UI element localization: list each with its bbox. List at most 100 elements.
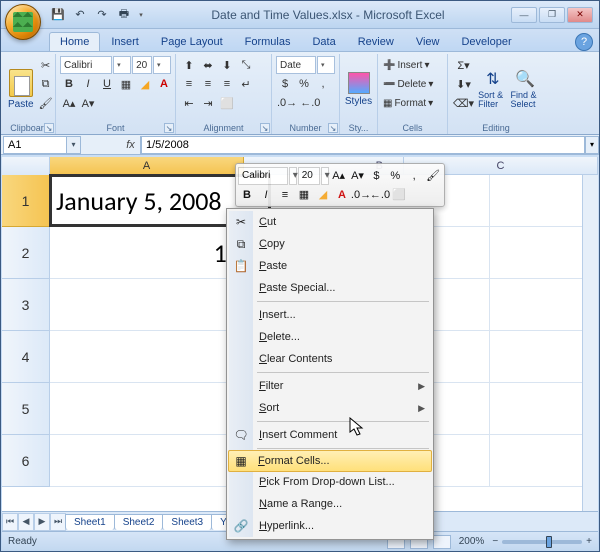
context-menu-item-filter[interactable]: Filter▶ [229,375,431,397]
minimize-button[interactable]: — [511,7,537,23]
mini-percent[interactable]: % [386,167,404,185]
sheet-nav-prev[interactable]: ◀ [18,513,34,531]
insert-cells-button[interactable]: ➕Insert▾ [382,56,431,74]
cell-styles-button[interactable]: Styles [344,56,373,122]
tab-formulas[interactable]: Formulas [234,32,302,51]
delete-cells-button[interactable]: ➖Delete▾ [382,75,434,93]
cut-button[interactable]: ✂ [37,56,55,74]
col-header-a[interactable]: A [50,157,244,174]
mini-grow-font[interactable]: A▴ [330,167,348,185]
row-header-5[interactable]: 5 [2,383,50,435]
mini-italic[interactable]: I [257,186,275,204]
context-menu-item-sort[interactable]: Sort▶ [229,397,431,419]
view-page-break-button[interactable] [433,535,451,549]
context-menu-item-paste[interactable]: 📋Paste [229,255,431,277]
context-menu-item-paste-special[interactable]: Paste Special... [229,277,431,299]
percent-button[interactable]: % [295,75,313,93]
align-center-button[interactable]: ≡ [199,75,217,93]
align-bottom-button[interactable]: ⬇ [218,56,236,74]
mini-dec-decimal[interactable]: ←.0 [371,186,389,204]
select-all-corner[interactable] [2,157,50,175]
qat-redo-icon[interactable]: ↷ [93,6,111,24]
mini-font-color[interactable]: A [333,186,351,204]
align-left-button[interactable]: ≡ [180,75,198,93]
formula-input[interactable]: 1/5/2008 [141,136,585,154]
context-menu-item-pick-from-drop-down-list[interactable]: Pick From Drop-down List... [229,471,431,493]
font-color-button[interactable]: A [155,75,173,93]
tab-review[interactable]: Review [347,32,405,51]
tab-data[interactable]: Data [301,32,346,51]
orientation-button[interactable]: ⤡ [237,56,255,74]
decrease-indent-button[interactable]: ⇤ [180,94,198,112]
qat-print-icon[interactable]: 🖶 [115,6,133,24]
mini-format-painter[interactable]: 🖌 [424,167,442,185]
increase-decimal-button[interactable]: .0→ [276,94,298,112]
number-format-dropdown[interactable]: ▾ [317,56,335,74]
fill-button[interactable]: ⬇▾ [452,75,475,93]
zoom-in-button[interactable]: + [586,536,592,547]
context-menu-item-insert[interactable]: Insert... [229,304,431,326]
clear-button[interactable]: ⌫▾ [452,94,475,112]
close-button[interactable]: ✕ [567,7,593,23]
grow-font-button[interactable]: A▴ [60,94,78,112]
qat-undo-icon[interactable]: ↶ [71,6,89,24]
mini-border[interactable]: ▦ [295,186,313,204]
number-format-combo[interactable]: Date [276,56,316,74]
tab-insert[interactable]: Insert [100,32,150,51]
sort-filter-button[interactable]: ⇅ Sort & Filter [478,56,507,122]
tab-developer[interactable]: Developer [450,32,522,51]
underline-button[interactable]: U [98,75,116,93]
mini-fill-color[interactable]: ◢ [314,186,332,204]
tab-page-layout[interactable]: Page Layout [150,32,234,51]
tab-home[interactable]: Home [49,32,100,51]
zoom-slider[interactable] [502,540,582,544]
name-box[interactable]: A1 [3,136,67,154]
context-menu-item-delete[interactable]: Delete... [229,326,431,348]
mini-merge[interactable]: ⬜ [390,186,408,204]
zoom-level[interactable]: 200% [459,536,485,547]
font-size-combo[interactable]: 20 [132,56,152,74]
maximize-button[interactable]: ❐ [539,7,565,23]
mini-bold[interactable]: B [238,186,256,204]
font-size-dropdown[interactable]: ▾ [153,56,171,74]
alignment-launcher[interactable]: ↘ [260,123,270,133]
shrink-font-button[interactable]: A▾ [79,94,97,112]
mini-size-dd[interactable]: ▾ [321,167,329,185]
font-launcher[interactable]: ↘ [164,123,174,133]
row-header-2[interactable]: 2 [2,227,50,279]
clipboard-launcher[interactable]: ↘ [44,123,54,133]
font-name-dropdown[interactable]: ▾ [113,56,131,74]
sheet-nav-last[interactable]: ⏭ [50,513,66,531]
mini-inc-decimal[interactable]: .0→ [352,186,370,204]
context-menu-item-insert-comment[interactable]: 🗨Insert Comment [229,424,431,446]
sheet-nav-next[interactable]: ▶ [34,513,50,531]
decrease-decimal-button[interactable]: ←.0 [299,94,321,112]
align-right-button[interactable]: ≡ [218,75,236,93]
row-header-6[interactable]: 6 [2,435,50,487]
comma-button[interactable]: , [314,75,332,93]
zoom-out-button[interactable]: − [492,536,498,547]
border-button[interactable]: ▦ [117,75,135,93]
sheet-nav-first[interactable]: ⏮ [2,513,18,531]
align-top-button[interactable]: ⬆ [180,56,198,74]
align-middle-button[interactable]: ⬌ [199,56,217,74]
context-menu-item-name-a-range[interactable]: Name a Range... [229,493,431,515]
bold-button[interactable]: B [60,75,78,93]
mini-font-size[interactable]: 20 [298,167,320,185]
context-menu-item-cut[interactable]: ✂Cut [229,211,431,233]
wrap-text-button[interactable]: ↵ [237,75,255,93]
autosum-button[interactable]: Σ▾ [452,56,475,74]
formula-bar-expand[interactable]: ▾ [585,136,599,154]
increase-indent-button[interactable]: ⇥ [199,94,217,112]
mini-center[interactable]: ≡ [276,186,294,204]
name-box-dropdown[interactable]: ▾ [67,136,81,154]
context-menu-item-format-cells[interactable]: ▦Format Cells... [228,450,432,472]
sheet-tab-sheet2[interactable]: Sheet2 [114,514,164,530]
mini-comma[interactable]: , [405,167,423,185]
row-header-1[interactable]: 1 [2,175,50,227]
find-select-button[interactable]: 🔍 Find & Select [511,56,540,122]
insert-function-button[interactable]: fx [121,136,141,154]
format-cells-button[interactable]: ▦Format▾ [382,94,434,112]
row-header-4[interactable]: 4 [2,331,50,383]
accounting-button[interactable]: $ [276,75,294,93]
